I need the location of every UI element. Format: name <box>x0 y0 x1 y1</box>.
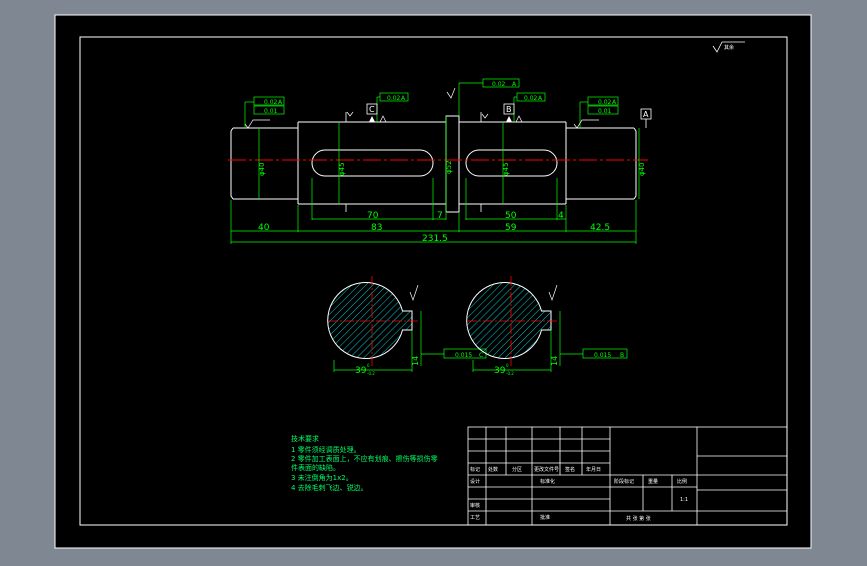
tb-label: 审核 <box>470 502 480 509</box>
section-dim-sub: -0.2 <box>506 371 514 376</box>
tech-req-line: 1 零件须经调质处理。 <box>291 445 361 454</box>
section-depth: 14 <box>411 356 420 366</box>
tb-label: 更改文件号 <box>534 466 559 473</box>
section-dim: 39 <box>494 366 506 376</box>
tb-label: 年月日 <box>586 466 601 473</box>
tb-label: 批准 <box>540 514 550 521</box>
section-tol: 0.015 <box>594 352 611 359</box>
dim-59: 59 <box>505 223 517 233</box>
dim-231-5: 231.5 <box>422 234 448 244</box>
section-dim-sub: -0.2 <box>367 371 375 376</box>
dim-83: 83 <box>371 223 382 233</box>
tech-req-line: 4 去除毛刺飞边、锐边。 <box>291 483 368 492</box>
section-depth: 14 <box>550 356 559 366</box>
tech-req-line: 3 未注倒角为1x2。 <box>291 473 353 482</box>
tb-label: 分区 <box>512 466 522 473</box>
section-tol-ref: C <box>479 352 483 359</box>
drawing-sheet <box>54 14 812 549</box>
cad-drawing-canvas[interactable]: 其余 φ40 φ45 φ52 φ45 φ40 40 70 7 83 50 4 5… <box>0 0 867 562</box>
tb-label: 标记 <box>470 466 480 473</box>
gtol-value: 0.02 <box>264 99 278 106</box>
tb-label: 工艺 <box>470 515 480 521</box>
tech-req-title: 技术要求 <box>291 434 319 443</box>
datum-label-b: B <box>506 105 512 114</box>
tb-label: 阶段标记 <box>614 478 634 485</box>
section-tol-ref: B <box>620 352 624 359</box>
dim-42-5: 42.5 <box>590 223 610 233</box>
dim-4: 4 <box>558 211 564 221</box>
tb-label: 处数 <box>488 466 498 473</box>
gtol-value: 0.02 <box>524 95 538 102</box>
dim-50: 50 <box>505 211 517 221</box>
tb-scale: 1:1 <box>680 497 688 503</box>
roughness-label: 其余 <box>724 44 734 51</box>
gtol-value: 0.02 <box>492 81 506 88</box>
tb-label: 设计 <box>470 478 480 485</box>
section-tol: 0.015 <box>455 352 472 359</box>
cad-viewport[interactable]: 其余 φ40 φ45 φ52 φ45 φ40 40 70 7 83 50 4 5… <box>0 0 867 562</box>
gtol-value: 0.02 <box>387 95 401 102</box>
datum-label-a: A <box>643 110 649 119</box>
tb-sheet: 共 张 第 张 <box>626 515 651 522</box>
gtol-value: 0.01 <box>598 108 612 115</box>
section-dim: 39 <box>355 366 367 376</box>
gtol-value: 0.02 <box>598 99 612 106</box>
dim-7: 7 <box>437 211 443 221</box>
tb-label: 重量 <box>648 478 658 485</box>
dim-70: 70 <box>367 211 379 221</box>
tb-label: 标准化 <box>540 478 555 485</box>
tech-req-line: 件表面的缺陷。 <box>291 463 340 472</box>
gtol-value: 0.01 <box>264 108 278 115</box>
datum-label-c: C <box>369 105 375 114</box>
tb-label: 比例 <box>677 478 687 485</box>
dim-40: 40 <box>258 223 270 233</box>
tech-req-line: 2 零件加工表面上，不应有划痕、擦伤等损伤零 <box>291 454 438 463</box>
tb-label: 签名 <box>565 466 575 473</box>
